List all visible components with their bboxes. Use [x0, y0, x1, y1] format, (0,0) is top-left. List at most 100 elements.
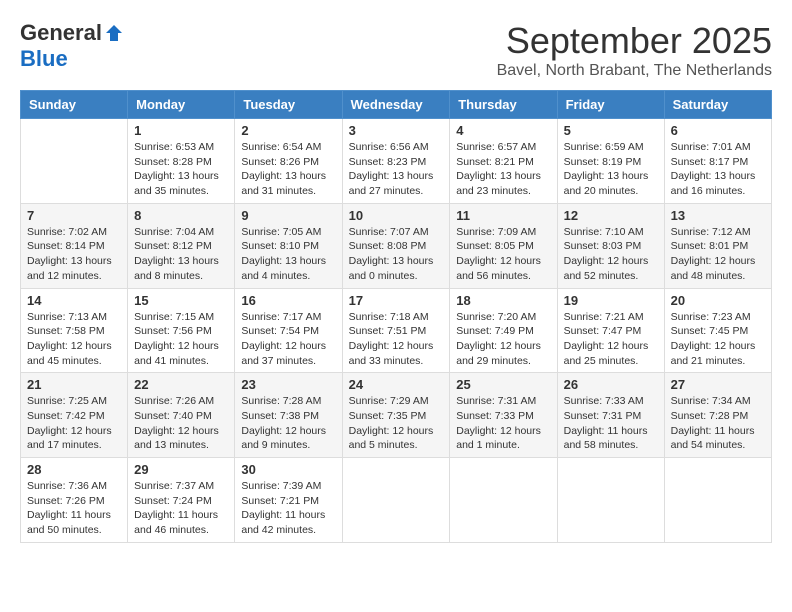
month-title: September 2025 — [497, 20, 772, 62]
day-info: Sunrise: 6:56 AM Sunset: 8:23 PM Dayligh… — [349, 140, 444, 199]
calendar-cell: 19 Sunrise: 7:21 AM Sunset: 7:47 PM Dayli… — [557, 288, 664, 373]
logo-blue-text: Blue — [20, 46, 68, 72]
day-number: 17 — [349, 293, 444, 308]
day-info: Sunrise: 6:54 AM Sunset: 8:26 PM Dayligh… — [241, 140, 335, 199]
calendar-cell: 13 Sunrise: 7:12 AM Sunset: 8:01 PM Dayli… — [664, 203, 771, 288]
title-section: September 2025 Bavel, North Brabant, The… — [497, 20, 772, 80]
calendar-cell: 27 Sunrise: 7:34 AM Sunset: 7:28 PM Dayli… — [664, 373, 771, 458]
column-header-thursday: Thursday — [450, 91, 557, 119]
calendar-cell: 6 Sunrise: 7:01 AM Sunset: 8:17 PM Daylig… — [664, 119, 771, 204]
calendar-week-2: 7Sunrise: 7:02 AM Sunset: 8:14 PM Daylig… — [21, 203, 772, 288]
calendar-cell: 4 Sunrise: 6:57 AM Sunset: 8:21 PM Daylig… — [450, 119, 557, 204]
logo-icon — [104, 23, 124, 43]
calendar-cell: 28 Sunrise: 7:36 AM Sunset: 7:26 PM Dayli… — [21, 458, 128, 543]
day-info: Sunrise: 7:09 AM Sunset: 8:05 PM Dayligh… — [456, 225, 550, 284]
day-info: Sunrise: 7:20 AM Sunset: 7:49 PM Dayligh… — [456, 310, 550, 369]
calendar-cell: 3 Sunrise: 6:56 AM Sunset: 8:23 PM Daylig… — [342, 119, 450, 204]
calendar-cell: 24 Sunrise: 7:29 AM Sunset: 7:35 PM Dayli… — [342, 373, 450, 458]
day-number: 29 — [134, 462, 228, 477]
day-info: Sunrise: 7:25 AM Sunset: 7:42 PM Dayligh… — [27, 394, 121, 453]
column-header-wednesday: Wednesday — [342, 91, 450, 119]
day-number: 23 — [241, 377, 335, 392]
day-info: Sunrise: 7:39 AM Sunset: 7:21 PM Dayligh… — [241, 479, 335, 538]
calendar-cell: 17Sunrise: 7:18 AM Sunset: 7:51 PM Dayli… — [342, 288, 450, 373]
calendar-week-4: 21 Sunrise: 7:25 AM Sunset: 7:42 PM Dayli… — [21, 373, 772, 458]
day-info: Sunrise: 7:26 AM Sunset: 7:40 PM Dayligh… — [134, 394, 228, 453]
column-header-sunday: Sunday — [21, 91, 128, 119]
day-info: Sunrise: 7:21 AM Sunset: 7:47 PM Dayligh… — [564, 310, 658, 369]
calendar-cell: 10Sunrise: 7:07 AM Sunset: 8:08 PM Dayli… — [342, 203, 450, 288]
day-info: Sunrise: 7:05 AM Sunset: 8:10 PM Dayligh… — [241, 225, 335, 284]
calendar-cell: 16Sunrise: 7:17 AM Sunset: 7:54 PM Dayli… — [235, 288, 342, 373]
day-number: 18 — [456, 293, 550, 308]
day-info: Sunrise: 7:37 AM Sunset: 7:24 PM Dayligh… — [134, 479, 228, 538]
day-number: 3 — [349, 123, 444, 138]
day-number: 16 — [241, 293, 335, 308]
day-number: 4 — [456, 123, 550, 138]
calendar-week-5: 28 Sunrise: 7:36 AM Sunset: 7:26 PM Dayli… — [21, 458, 772, 543]
day-number: 12 — [564, 208, 658, 223]
day-number: 1 — [134, 123, 228, 138]
day-info: Sunrise: 7:13 AM Sunset: 7:58 PM Dayligh… — [27, 310, 121, 369]
day-info: Sunrise: 7:12 AM Sunset: 8:01 PM Dayligh… — [671, 225, 765, 284]
column-header-tuesday: Tuesday — [235, 91, 342, 119]
day-number: 26 — [564, 377, 658, 392]
day-number: 25 — [456, 377, 550, 392]
column-header-saturday: Saturday — [664, 91, 771, 119]
calendar-cell — [342, 458, 450, 543]
calendar-cell — [21, 119, 128, 204]
calendar-cell — [557, 458, 664, 543]
calendar-cell — [664, 458, 771, 543]
day-number: 14 — [27, 293, 121, 308]
calendar-cell: 30 Sunrise: 7:39 AM Sunset: 7:21 PM Dayli… — [235, 458, 342, 543]
calendar-cell: 5Sunrise: 6:59 AM Sunset: 8:19 PM Daylig… — [557, 119, 664, 204]
day-number: 13 — [671, 208, 765, 223]
calendar-table: SundayMondayTuesdayWednesdayThursdayFrid… — [20, 90, 772, 543]
day-info: Sunrise: 7:31 AM Sunset: 7:33 PM Dayligh… — [456, 394, 550, 453]
page-header: General Blue September 2025 Bavel, North… — [20, 20, 772, 80]
day-info: Sunrise: 7:36 AM Sunset: 7:26 PM Dayligh… — [27, 479, 121, 538]
calendar-week-1: 1 Sunrise: 6:53 AM Sunset: 8:28 PM Daylig… — [21, 119, 772, 204]
location-text: Bavel, North Brabant, The Netherlands — [497, 62, 772, 80]
calendar-cell: 18 Sunrise: 7:20 AM Sunset: 7:49 PM Dayli… — [450, 288, 557, 373]
column-header-friday: Friday — [557, 91, 664, 119]
calendar-cell: 21 Sunrise: 7:25 AM Sunset: 7:42 PM Dayli… — [21, 373, 128, 458]
day-number: 24 — [349, 377, 444, 392]
day-number: 22 — [134, 377, 228, 392]
day-info: Sunrise: 7:33 AM Sunset: 7:31 PM Dayligh… — [564, 394, 658, 453]
day-info: Sunrise: 6:53 AM Sunset: 8:28 PM Dayligh… — [134, 140, 228, 199]
day-number: 8 — [134, 208, 228, 223]
day-info: Sunrise: 6:59 AM Sunset: 8:19 PM Dayligh… — [564, 140, 658, 199]
calendar-cell: 25 Sunrise: 7:31 AM Sunset: 7:33 PM Dayli… — [450, 373, 557, 458]
day-info: Sunrise: 7:02 AM Sunset: 8:14 PM Dayligh… — [27, 225, 121, 284]
calendar-header-row: SundayMondayTuesdayWednesdayThursdayFrid… — [21, 91, 772, 119]
calendar-week-3: 14 Sunrise: 7:13 AM Sunset: 7:58 PM Dayli… — [21, 288, 772, 373]
calendar-cell: 26 Sunrise: 7:33 AM Sunset: 7:31 PM Dayli… — [557, 373, 664, 458]
calendar-cell: 1 Sunrise: 6:53 AM Sunset: 8:28 PM Daylig… — [128, 119, 235, 204]
calendar-cell: 11 Sunrise: 7:09 AM Sunset: 8:05 PM Dayli… — [450, 203, 557, 288]
day-info: Sunrise: 7:28 AM Sunset: 7:38 PM Dayligh… — [241, 394, 335, 453]
day-info: Sunrise: 7:01 AM Sunset: 8:17 PM Dayligh… — [671, 140, 765, 199]
day-number: 19 — [564, 293, 658, 308]
day-number: 21 — [27, 377, 121, 392]
day-number: 15 — [134, 293, 228, 308]
day-number: 27 — [671, 377, 765, 392]
calendar-cell: 14 Sunrise: 7:13 AM Sunset: 7:58 PM Dayli… — [21, 288, 128, 373]
day-number: 11 — [456, 208, 550, 223]
calendar-cell: 23 Sunrise: 7:28 AM Sunset: 7:38 PM Dayli… — [235, 373, 342, 458]
day-info: Sunrise: 6:57 AM Sunset: 8:21 PM Dayligh… — [456, 140, 550, 199]
day-info: Sunrise: 7:04 AM Sunset: 8:12 PM Dayligh… — [134, 225, 228, 284]
day-number: 28 — [27, 462, 121, 477]
logo: General Blue — [20, 20, 124, 72]
day-info: Sunrise: 7:34 AM Sunset: 7:28 PM Dayligh… — [671, 394, 765, 453]
day-number: 2 — [241, 123, 335, 138]
day-number: 6 — [671, 123, 765, 138]
day-info: Sunrise: 7:29 AM Sunset: 7:35 PM Dayligh… — [349, 394, 444, 453]
day-info: Sunrise: 7:23 AM Sunset: 7:45 PM Dayligh… — [671, 310, 765, 369]
day-info: Sunrise: 7:07 AM Sunset: 8:08 PM Dayligh… — [349, 225, 444, 284]
logo-general-text: General — [20, 20, 102, 46]
day-number: 30 — [241, 462, 335, 477]
calendar-cell: 20Sunrise: 7:23 AM Sunset: 7:45 PM Dayli… — [664, 288, 771, 373]
calendar-cell: 7Sunrise: 7:02 AM Sunset: 8:14 PM Daylig… — [21, 203, 128, 288]
calendar-cell: 15Sunrise: 7:15 AM Sunset: 7:56 PM Dayli… — [128, 288, 235, 373]
